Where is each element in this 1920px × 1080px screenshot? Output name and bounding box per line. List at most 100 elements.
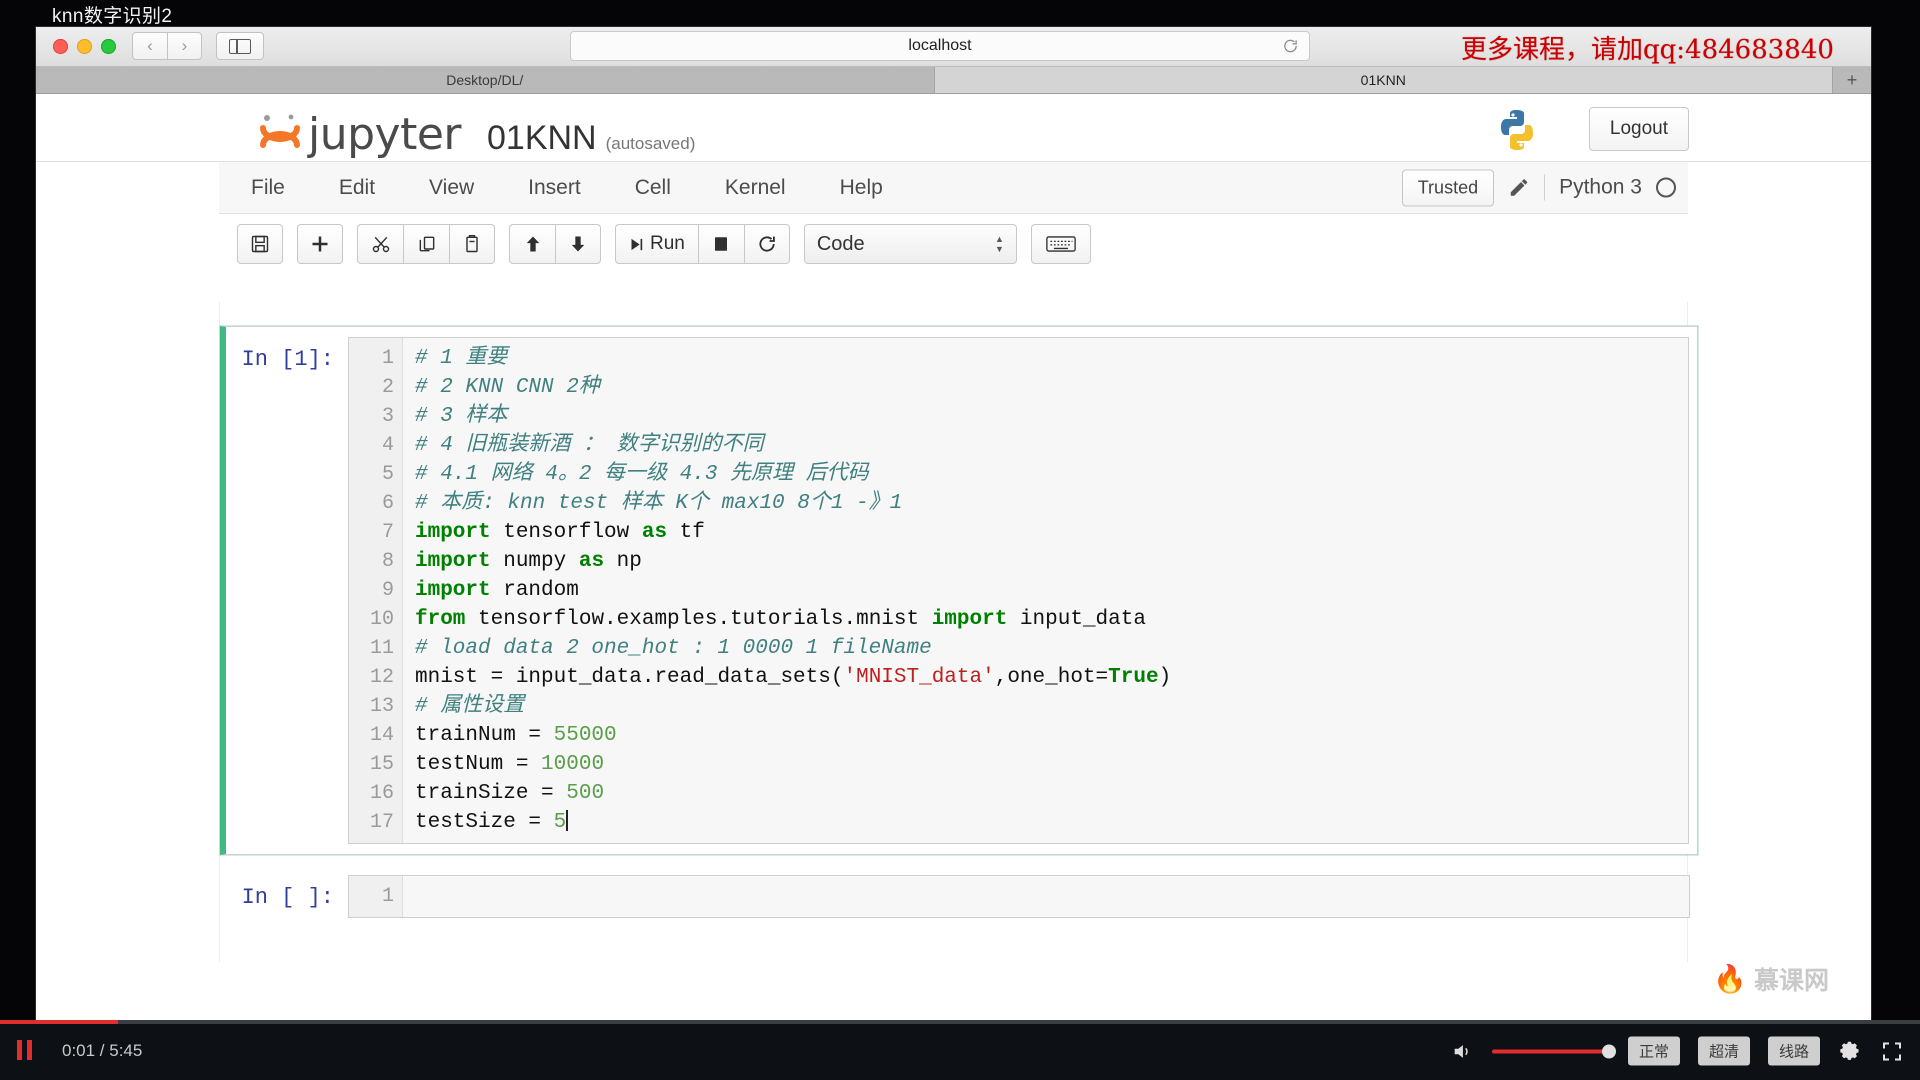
close-window-button[interactable] bbox=[53, 39, 68, 54]
command-palette-button[interactable] bbox=[1030, 224, 1091, 264]
menu-insert[interactable]: Insert bbox=[506, 170, 603, 206]
pause-button[interactable] bbox=[10, 1036, 38, 1064]
trusted-badge[interactable]: Trusted bbox=[1401, 169, 1495, 206]
plus-icon bbox=[312, 236, 328, 252]
select-arrows-icon: ▲ ▼ bbox=[994, 233, 1004, 254]
menu-help[interactable]: Help bbox=[818, 170, 905, 206]
insert-cell-button[interactable] bbox=[297, 224, 343, 264]
watermark-text: 慕课网 bbox=[1753, 967, 1829, 995]
volume-slider[interactable] bbox=[1491, 1044, 1616, 1058]
quality-ultra-hd-button[interactable]: 超清 bbox=[1697, 1036, 1750, 1066]
tab-label: 01KNN bbox=[1360, 72, 1406, 88]
cell-editor[interactable]: 1 bbox=[348, 875, 1690, 918]
restart-circular-arrow-icon bbox=[759, 236, 775, 252]
sidebar-toggle-icon bbox=[229, 38, 251, 54]
tab-desktop-dl[interactable]: Desktop/DL/ bbox=[36, 67, 935, 93]
menu-view[interactable]: View bbox=[407, 170, 496, 206]
stop-square-icon bbox=[715, 237, 728, 251]
volume-slider-knob[interactable] bbox=[1601, 1044, 1616, 1058]
minimize-window-button[interactable] bbox=[77, 39, 92, 54]
clipboard-group bbox=[357, 224, 495, 264]
forward-button[interactable]: › bbox=[167, 32, 202, 60]
cell-type-value: Code bbox=[816, 232, 865, 255]
jupyter-page: jupyter 01KNN (autosaved) Logout File Ed… bbox=[36, 94, 1871, 1021]
menu-cell[interactable]: Cell bbox=[613, 170, 693, 206]
reload-icon[interactable] bbox=[1282, 38, 1299, 55]
new-tab-button[interactable]: + bbox=[1833, 67, 1871, 93]
command-palette-icon bbox=[1046, 236, 1076, 252]
jupyter-header: jupyter 01KNN (autosaved) Logout bbox=[36, 94, 1871, 162]
cell-source-code[interactable] bbox=[403, 876, 1689, 917]
copy-button[interactable] bbox=[403, 224, 449, 264]
kernel-idle-circle-icon bbox=[1656, 177, 1676, 198]
move-cell-up-button[interactable] bbox=[509, 224, 555, 264]
sidebar-toggle-button[interactable] bbox=[216, 32, 264, 60]
paste-icon bbox=[466, 234, 478, 253]
route-button[interactable]: 线路 bbox=[1767, 1036, 1820, 1066]
screen-root: knn数字识别2 ‹ › localhost 更多课程，请加qq:4846838… bbox=[0, 0, 1920, 1080]
video-player-controls: 0:01 / 5:45 正常 超清 线路 bbox=[0, 1020, 1920, 1080]
code-cell-2[interactable]: In [ ]: 1 bbox=[220, 865, 1698, 928]
save-button[interactable] bbox=[237, 224, 283, 264]
address-bar[interactable]: localhost bbox=[570, 31, 1310, 61]
logout-button[interactable]: Logout bbox=[1588, 107, 1689, 151]
insert-group bbox=[297, 224, 343, 264]
tab-label: Desktop/DL/ bbox=[446, 72, 524, 88]
interrupt-kernel-button[interactable] bbox=[697, 224, 744, 264]
cell-source-code[interactable]: # 1 重要 # 2 KNN CNN 2种 # 3 样本 # 4 旧瓶装新酒 ： 数字… bbox=[403, 338, 1688, 843]
kernel-name: Python 3 bbox=[1559, 175, 1642, 199]
notebook-name[interactable]: 01KNN bbox=[487, 119, 597, 158]
copy-icon bbox=[419, 236, 434, 252]
menubar-divider bbox=[1544, 174, 1546, 201]
menu-file[interactable]: File bbox=[229, 170, 307, 206]
promo-overlay-text: 更多课程，请加qq:484683840 bbox=[1461, 35, 1834, 65]
save-floppy-icon bbox=[251, 235, 269, 253]
scissors-icon bbox=[372, 236, 389, 253]
run-group: Run bbox=[615, 224, 790, 264]
jupyter-toolbar: Run Code ▲ ▼ bbox=[219, 214, 1688, 274]
maximize-window-button[interactable] bbox=[101, 39, 116, 54]
run-cell-button[interactable]: Run bbox=[615, 224, 698, 264]
window-controls bbox=[53, 39, 116, 54]
browser-toolbar: ‹ › localhost 更多课程，请加qq:484683840 bbox=[36, 27, 1871, 67]
speed-normal-button[interactable]: 正常 bbox=[1627, 1036, 1680, 1066]
paste-button[interactable] bbox=[449, 224, 495, 264]
menu-edit[interactable]: Edit bbox=[317, 170, 397, 206]
notebook-cell-container: In [1]: 1 2 3 4 5 6 7 8 9 10 11 12 13 14 15 16 17 # 1 重要… bbox=[220, 326, 1698, 928]
menubar-right-group: Trusted Python 3 bbox=[1401, 169, 1676, 206]
url-text: localhost bbox=[908, 37, 972, 54]
pencil-icon[interactable] bbox=[1508, 177, 1530, 199]
jupyter-menubar: File Edit View Insert Cell Kernel Help T… bbox=[219, 162, 1688, 214]
notebook-body: In [1]: 1 2 3 4 5 6 7 8 9 10 11 12 13 14 15 16 17 # 1 重要… bbox=[219, 302, 1829, 995]
save-status: (autosaved) bbox=[605, 134, 696, 153]
menu-kernel[interactable]: Kernel bbox=[703, 170, 808, 206]
arrow-down-icon bbox=[571, 236, 585, 252]
logout-label: Logout bbox=[1609, 118, 1668, 139]
browser-window: ‹ › localhost 更多课程，请加qq:484683840 Deskto… bbox=[36, 27, 1871, 1022]
volume-icon[interactable] bbox=[1450, 1040, 1474, 1062]
restart-kernel-button[interactable] bbox=[743, 224, 790, 264]
cell-editor[interactable]: 1 2 3 4 5 6 7 8 9 10 11 12 13 14 15 16 17 # 1 重要 # 2 KNN … bbox=[348, 337, 1689, 844]
run-icon bbox=[631, 238, 643, 250]
gear-icon[interactable] bbox=[1838, 1039, 1862, 1063]
jupyter-wordmark: jupyter bbox=[308, 109, 462, 160]
move-cell-down-button[interactable] bbox=[555, 224, 601, 264]
cell-prompt: In [1]: bbox=[241, 347, 334, 372]
cell-prompt: In [ ]: bbox=[241, 885, 334, 910]
pause-icon-second-bar bbox=[26, 1040, 32, 1060]
jupyter-brand[interactable]: jupyter 01KNN (autosaved) bbox=[258, 105, 695, 160]
code-cell-1[interactable]: In [1]: 1 2 3 4 5 6 7 8 9 10 11 12 13 14 15 16 17 # 1 重要… bbox=[220, 326, 1698, 855]
cut-button[interactable] bbox=[357, 224, 403, 264]
navigation-buttons: ‹ › bbox=[132, 32, 202, 60]
cell-type-select[interactable]: Code ▲ ▼ bbox=[803, 224, 1017, 264]
video-title: knn数字识别2 bbox=[52, 6, 173, 27]
tab-01knn[interactable]: 01KNN bbox=[934, 67, 1833, 93]
move-group bbox=[509, 224, 601, 264]
video-progress-bar[interactable] bbox=[0, 1020, 1920, 1024]
site-watermark: 🔥 慕课网 bbox=[1713, 961, 1829, 997]
fullscreen-icon[interactable] bbox=[1880, 1039, 1904, 1063]
line-number-gutter: 1 bbox=[349, 876, 403, 917]
player-right-controls: 正常 超清 线路 bbox=[1450, 1036, 1904, 1066]
line-number-gutter: 1 2 3 4 5 6 7 8 9 10 11 12 13 14 15 16 17 bbox=[349, 338, 403, 843]
back-button[interactable]: ‹ bbox=[132, 32, 167, 60]
